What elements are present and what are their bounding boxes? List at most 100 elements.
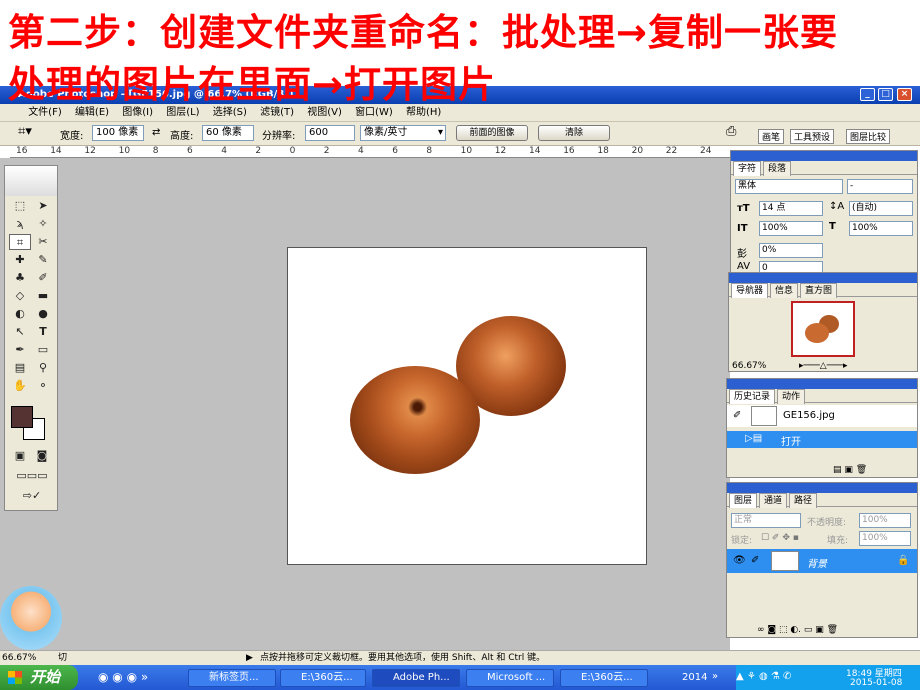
task-photoshop[interactable]: Adobe Ph... <box>372 669 460 687</box>
layer-thumbnail <box>771 551 799 571</box>
toolbox: ⬚ ➤ ϡ ✧ ⌗ ✂ ✚ ✎ ♣ ✐ ◇ ▬ ◐ ● ↖ T ✒ ▭ ▤ ⚲ … <box>4 165 58 511</box>
baseline-shift-field[interactable]: 0% <box>759 243 823 258</box>
tab-paragraph[interactable]: 段落 <box>763 161 792 176</box>
swap-icon[interactable]: ⇄ <box>152 127 160 138</box>
palette-tab-brushes[interactable]: 画笔 <box>758 129 785 144</box>
crop-tool-preset-icon[interactable]: ⌗▾ <box>18 124 32 139</box>
lasso-tool-icon[interactable]: ϡ <box>9 216 31 232</box>
palette-well-icon[interactable]: ⎙ <box>726 124 736 139</box>
visibility-eye-icon[interactable]: 👁 <box>733 555 746 566</box>
close-button[interactable]: × <box>897 88 912 101</box>
ruler-tick-label: 4 <box>221 146 227 156</box>
tab-actions[interactable]: 动作 <box>777 389 806 404</box>
maximize-button[interactable]: □ <box>878 88 893 101</box>
navigator-thumbnail[interactable] <box>791 301 855 357</box>
taskbar-year: 2014 <box>682 672 708 683</box>
lock-label: 锁定: <box>731 536 753 546</box>
history-footer-icons[interactable]: ▤ ▣ 🗑 <box>833 465 867 475</box>
status-arrow-icon[interactable]: ▶ <box>246 651 253 666</box>
system-tray: » ▲ ⚘ ◍ ⚗ ✆ 18:49 星期四 2015-01-08 <box>712 665 920 690</box>
vertical-scale-field[interactable]: 100% <box>759 221 823 236</box>
eraser-tool-icon[interactable]: ◇ <box>9 288 31 304</box>
zoom-tool-icon[interactable]: ⚬ <box>32 378 54 394</box>
eyedropper-icon[interactable]: ⚲ <box>32 360 54 376</box>
quick-launch-icons[interactable]: ◉ ◉ ◉ » <box>98 670 148 684</box>
magic-wand-icon[interactable]: ✧ <box>32 216 54 232</box>
horizontal-scale-field[interactable]: 100% <box>849 221 913 236</box>
tab-channels[interactable]: 通道 <box>759 493 788 508</box>
tab-layers[interactable]: 图层 <box>729 493 758 508</box>
navigator-panel-tabs: 导航器 信息 直方图 <box>729 283 917 298</box>
task-new-tab[interactable]: 新标签页... <box>188 669 276 687</box>
photoshop-feather-icon <box>5 166 57 196</box>
layers-footer-icons[interactable]: ∞ ◙ ⬚ ◐. ▭ ▣ 🗑 <box>757 625 838 635</box>
notes-tool-icon[interactable]: ▤ <box>9 360 31 376</box>
tray-icons[interactable]: ▲ ⚘ ◍ ⚗ ✆ <box>736 671 791 682</box>
tab-navigator[interactable]: 导航器 <box>731 283 769 298</box>
font-size-field[interactable]: 14 点 <box>759 201 823 216</box>
clone-stamp-icon[interactable]: ♣ <box>9 270 31 286</box>
screen-mode-icons[interactable]: ▭▭▭ <box>9 468 55 484</box>
type-tool-icon[interactable]: T <box>32 324 54 340</box>
status-bar: 66.67% 切 ▶ 点按并拖移可定义裁切框。要用其他选项，使用 Shift、A… <box>0 650 920 665</box>
slice-tool-icon[interactable]: ✂ <box>32 234 54 250</box>
history-snapshot-row[interactable]: ✐ GE156.jpg <box>727 405 917 427</box>
ruler-tick-label: 14 <box>50 146 62 156</box>
tab-info[interactable]: 信息 <box>770 283 799 298</box>
resolution-field[interactable]: 600 <box>305 125 355 141</box>
document-canvas[interactable] <box>287 247 647 565</box>
width-field[interactable]: 100 像素 <box>92 125 144 141</box>
ruler-tick-label: 18 <box>597 146 609 156</box>
leading-field[interactable]: (自动) <box>849 201 913 216</box>
gradient-tool-icon[interactable]: ▬ <box>32 288 54 304</box>
resolution-unit-select[interactable]: 像素/英寸 ▾ <box>360 125 446 141</box>
tray-expand-icon[interactable]: » <box>712 671 718 682</box>
blur-tool-icon[interactable]: ◐ <box>9 306 31 322</box>
front-image-button[interactable]: 前面的图像 <box>456 125 528 141</box>
blend-mode-select[interactable]: 正常 <box>731 513 801 528</box>
open-step-icon: ▷▤ <box>745 433 763 444</box>
brush-tool-icon[interactable]: ✎ <box>32 252 54 268</box>
path-select-icon[interactable]: ↖ <box>9 324 31 340</box>
font-family-select[interactable]: 黑体 <box>735 179 843 194</box>
font-style-select[interactable]: - <box>847 179 913 194</box>
horizontal-scale-icon: T <box>829 221 836 232</box>
hand-tool-icon[interactable]: ✋ <box>9 378 31 394</box>
zoom-slider[interactable]: ▸───△───▸ <box>799 361 847 371</box>
layer-row-background[interactable]: 👁 ✐ 背景 🔒 <box>727 549 917 573</box>
task-microsoft[interactable]: Microsoft ... <box>466 669 554 687</box>
status-zoom[interactable]: 66.67% <box>2 651 36 666</box>
move-tool-icon[interactable]: ➤ <box>32 198 54 214</box>
task-explorer-2[interactable]: E:\360云... <box>560 669 648 687</box>
task-explorer-1[interactable]: E:\360云... <box>280 669 366 687</box>
crop-tool-icon[interactable]: ⌗ <box>9 234 31 250</box>
tab-history[interactable]: 历史记录 <box>729 389 776 404</box>
dodge-tool-icon[interactable]: ● <box>32 306 54 322</box>
jump-to-imageready-icon[interactable]: ⇨✓ <box>9 488 55 504</box>
tab-character[interactable]: 字符 <box>733 161 762 176</box>
opacity-field[interactable]: 100% <box>859 513 911 528</box>
clear-button[interactable]: 清除 <box>538 125 610 141</box>
history-brush-icon[interactable]: ✐ <box>32 270 54 286</box>
fill-field[interactable]: 100% <box>859 531 911 546</box>
character-panel: 字符 段落 黑体 - ᴛT 14 点 ↕A (自动) IT 100% T 100%… <box>730 150 918 274</box>
pen-tool-icon[interactable]: ✒ <box>9 342 31 358</box>
marquee-tool-icon[interactable]: ⬚ <box>9 198 31 214</box>
standard-mode-icon[interactable]: ▣ <box>11 448 29 464</box>
start-button[interactable]: 开始 <box>0 665 78 690</box>
navigator-zoom-field[interactable]: 66.67% <box>732 361 766 371</box>
lock-icons[interactable]: ☐ ✐ ✥ ▪ <box>761 533 799 543</box>
healing-brush-icon[interactable]: ✚ <box>9 252 31 268</box>
shape-tool-icon[interactable]: ▭ <box>32 342 54 358</box>
ruler-tick-label: 2 <box>323 146 330 156</box>
history-step-name: 打开 <box>781 437 801 448</box>
palette-tab-tool-presets[interactable]: 工具预设 <box>790 129 835 144</box>
minimize-button[interactable]: _ <box>860 88 875 101</box>
palette-tab-layer-comps[interactable]: 图层比较 <box>846 129 891 144</box>
history-step-row[interactable]: ▷▤ 打开 <box>727 431 917 448</box>
tab-histogram[interactable]: 直方图 <box>800 283 838 298</box>
tab-paths[interactable]: 路径 <box>789 493 818 508</box>
foreground-color-swatch[interactable] <box>11 406 33 428</box>
height-field[interactable]: 60 像素 <box>202 125 254 141</box>
quick-mask-icon[interactable]: ◙ <box>33 448 51 464</box>
